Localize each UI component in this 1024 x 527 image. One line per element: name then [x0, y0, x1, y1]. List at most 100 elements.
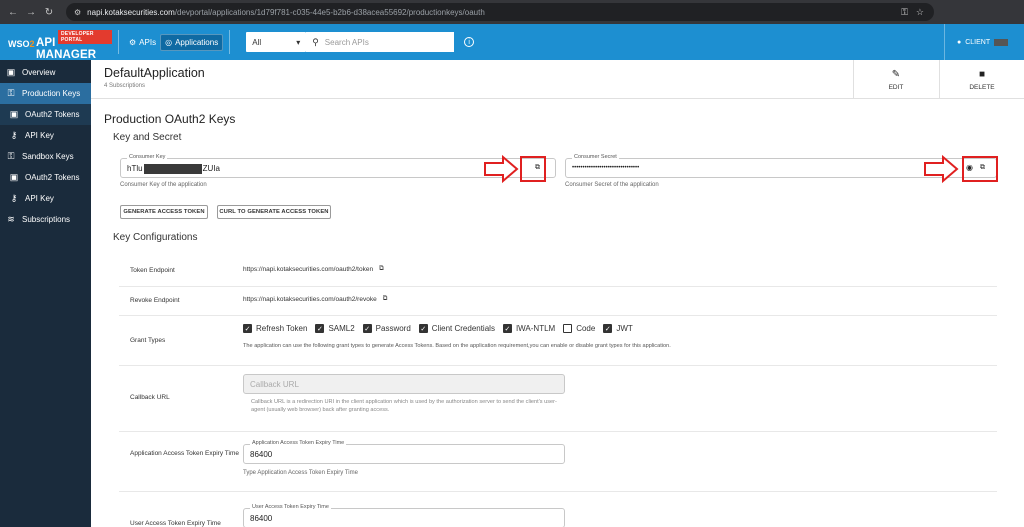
app-token-expiry-input[interactable]: Application Access Token Expiry Time 864… [243, 440, 565, 464]
token-endpoint-label: Token Endpoint [130, 267, 175, 274]
sidebar-item-label: Overview [22, 68, 56, 77]
user-token-expiry-input[interactable]: User Access Token Expiry Time 86400 [243, 504, 565, 527]
sidebar-item-label: API Key [25, 131, 54, 140]
app-header: DEVELOPER PORTAL WSO2 API MANAGER ⚙ APIs… [0, 24, 1024, 61]
checkbox-checked-icon[interactable]: ✓ [315, 324, 325, 333]
header-divider [229, 30, 231, 54]
callback-url-row: Callback URL Callback URL Callback URL i… [119, 366, 997, 432]
sidebar-item-prod-oauth2-tokens[interactable]: ▣ OAuth2 Tokens [0, 104, 91, 125]
sidebar-item-label: Sandbox Keys [22, 152, 74, 161]
overview-icon: ▣ [6, 67, 16, 77]
grant-option-label: Code [576, 324, 596, 333]
main-content: DefaultApplication 4 Subscriptions ✎ EDI… [91, 60, 1024, 527]
logo[interactable]: DEVELOPER PORTAL WSO2 API MANAGER [0, 24, 112, 61]
sidebar-item-label: Production Keys [22, 89, 81, 98]
grant-types-list: ✓ Refresh Token ✓ SAML2 ✓ Password ✓ Client Cre… [243, 324, 637, 333]
consumer-secret-legend: Consumer Secret [572, 154, 619, 160]
token-icon: ▣ [9, 109, 19, 119]
user-token-expiry-legend: User Access Token Expiry Time [250, 504, 331, 510]
grant-option-label: IWA-NTLM [515, 324, 556, 333]
curl-access-token-button[interactable]: CURL TO GENERATE ACCESS TOKEN [217, 205, 331, 219]
consumer-key-legend: Consumer Key [127, 154, 168, 160]
copy-icon[interactable]: ⧉ [379, 265, 384, 273]
grant-option-label: SAML2 [328, 324, 355, 333]
address-bar[interactable]: ⚙ napi.kotaksecurities.com/devportal/app… [66, 3, 934, 21]
sidebar-item-label: API Key [25, 194, 54, 203]
brand-name: API MANAGER [36, 37, 97, 61]
sidebar-item-subscriptions[interactable]: ≋ Subscriptions [0, 209, 91, 230]
sidebar-item-sandbox-keys[interactable]: ⚿ Sandbox Keys [0, 146, 91, 167]
application-bar: DefaultApplication 4 Subscriptions ✎ EDI… [91, 60, 1024, 99]
search-input[interactable]: ⚲ Search APIs [306, 32, 455, 52]
grant-option[interactable]: ✓ JWT [603, 324, 633, 333]
sidebar-item-prod-api-key[interactable]: ⚷ API Key [0, 125, 91, 146]
brand-wso2: WSO2 [8, 39, 35, 49]
key-icon: ⚷ [10, 193, 18, 203]
checkbox-checked-icon[interactable]: ✓ [362, 324, 372, 333]
annotation-arrow-right [924, 154, 998, 184]
grant-option-label: JWT [616, 324, 633, 333]
redacted-block [143, 164, 202, 174]
search-icon: ⚲ [312, 36, 319, 47]
grant-option-label: Refresh Token [256, 324, 308, 333]
token-endpoint-row: Token Endpoint https://napi.kotaksecurit… [119, 256, 997, 287]
keys-icon: ⚿ [7, 88, 15, 98]
checkbox-unchecked-icon[interactable] [563, 324, 573, 333]
sidebar-item-overview[interactable]: ▣ Overview [0, 62, 91, 83]
forward-icon[interactable]: → [22, 7, 40, 18]
reload-icon[interactable]: ↻ [40, 7, 58, 18]
page-title: Production OAuth2 Keys [104, 112, 236, 126]
checkbox-checked-icon[interactable]: ✓ [603, 324, 613, 333]
annotation-arrow-left [484, 154, 546, 184]
key-icon[interactable]: ⚿ [901, 7, 908, 18]
sidebar-item-sandbox-api-key[interactable]: ⚷ API Key [0, 188, 91, 209]
consumer-key-value: hTlu ZUIa [127, 164, 220, 174]
user-token-expiry-value: 86400 [250, 514, 273, 523]
grant-option[interactable]: ✓ Refresh Token [243, 324, 307, 333]
nav-applications-label: Applications [175, 37, 219, 47]
user-menu[interactable]: ● CLIENT [944, 24, 1024, 60]
revoke-endpoint-label: Revoke Endpoint [130, 297, 180, 304]
delete-button[interactable]: ■ DELETE [939, 60, 1024, 99]
sidebar-item-label: Subscriptions [22, 215, 71, 224]
user-token-expiry-label: User Access Token Expiry Time [130, 520, 221, 527]
site-info-icon[interactable]: ⚙ [74, 8, 81, 17]
delete-label: DELETE [969, 83, 995, 91]
info-icon[interactable]: i [464, 37, 475, 47]
subscription-count: 4 Subscriptions [104, 83, 146, 89]
edit-label: EDIT [888, 83, 904, 91]
callback-url-input[interactable]: Callback URL [243, 374, 565, 394]
key-secret-heading: Key and Secret [113, 132, 182, 143]
checkbox-checked-icon[interactable]: ✓ [418, 324, 428, 333]
app-token-expiry-row: Application Access Token Expiry Time App… [119, 432, 997, 492]
grant-option[interactable]: ✓ Password [362, 324, 411, 333]
back-icon[interactable]: ← [4, 7, 22, 18]
sidebar-item-sandbox-oauth2-tokens[interactable]: ▣ OAuth2 Tokens [0, 167, 91, 188]
sidebar-item-production-keys[interactable]: ⚿ Production Keys [0, 83, 91, 104]
generate-access-token-button[interactable]: GENERATE ACCESS TOKEN [120, 205, 208, 219]
nav-apis[interactable]: ⚙ APIs [125, 35, 160, 50]
token-endpoint-value: https://napi.kotaksecurities.com/oauth2/… [243, 265, 384, 273]
copy-icon[interactable]: ⧉ [383, 295, 388, 303]
grant-option[interactable]: ✓ Client Credentials [418, 324, 495, 333]
grant-option[interactable]: ✓ IWA-NTLM [502, 324, 556, 333]
browser-toolbar: ← → ↻ ⚙ napi.kotaksecurities.com/devport… [0, 0, 1024, 24]
user-token-expiry-row: User Access Token Expiry Time User Acces… [119, 492, 997, 527]
grant-option[interactable]: ✓ SAML2 [315, 324, 355, 333]
grant-option[interactable]: Code [563, 324, 595, 333]
applications-icon: ◎ [165, 37, 173, 47]
bookmark-star-icon[interactable]: ☆ [916, 7, 924, 18]
application-name: DefaultApplication [104, 66, 205, 80]
checkbox-checked-icon[interactable]: ✓ [243, 324, 252, 333]
search-placeholder: Search APIs [324, 37, 369, 47]
nav-applications[interactable]: ◎ Applications [160, 33, 224, 51]
revoke-endpoint-value: https://napi.kotaksecurities.com/oauth2/… [243, 295, 388, 303]
redacted-block [994, 38, 1009, 46]
rss-icon: ≋ [7, 214, 15, 224]
search-filter-select[interactable]: All ▾ [246, 32, 307, 52]
checkbox-checked-icon[interactable]: ✓ [502, 324, 512, 333]
user-name: CLIENT [965, 38, 991, 46]
grant-option-label: Client Credentials [431, 324, 495, 333]
edit-button[interactable]: ✎ EDIT [853, 60, 938, 99]
grant-types-row: Grant Types ✓ Refresh Token ✓ SAML2 ✓ Passwor… [119, 316, 997, 366]
